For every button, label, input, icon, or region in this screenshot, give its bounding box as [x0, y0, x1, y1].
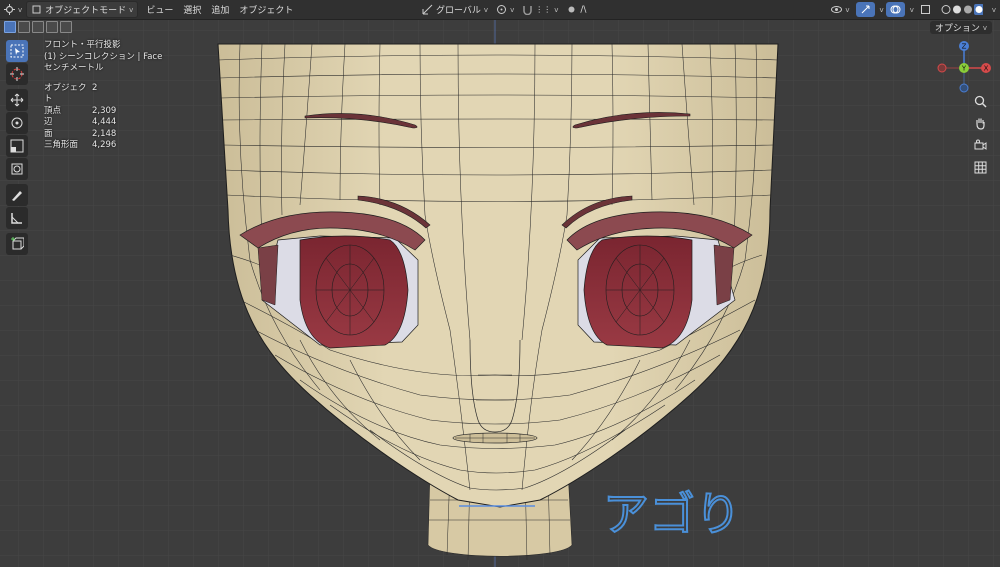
snap-button[interactable]: ⋮⋮ v: [518, 2, 562, 17]
gizmo-icon: [861, 5, 870, 14]
proportional-icon: [568, 6, 575, 13]
stat-row: 三角形面 4,296: [44, 140, 117, 150]
scene-statistics: オブジェクト 2 頂点 2,309 辺 4,444 面 2,148 三角形面 4,296: [44, 83, 162, 152]
options-label: オプション: [934, 24, 980, 34]
hand-icon: [975, 118, 985, 130]
shading-buttons[interactable]: [937, 2, 987, 17]
select-box-icon: [10, 44, 24, 58]
cursor-icon: [10, 67, 24, 81]
move-icon: [10, 93, 24, 107]
rotate-icon: [11, 117, 23, 129]
overlay-icon: [890, 5, 901, 14]
add-cube-icon: [11, 237, 24, 250]
menu-object[interactable]: オブジェクト: [234, 3, 298, 16]
select-invert-button[interactable]: [46, 21, 58, 33]
editor-type-icon: [4, 4, 15, 15]
select-subtract-button[interactable]: [32, 21, 44, 33]
proportional-edit-button[interactable]: /\: [562, 2, 590, 17]
overlay-toggle[interactable]: [885, 2, 905, 17]
stat-row: 面 2,148: [44, 128, 117, 139]
zoom-icon: [974, 95, 987, 108]
zoom-button[interactable]: [971, 92, 989, 110]
shading-icons: [941, 4, 983, 15]
orientation-label: グローバル: [436, 6, 481, 16]
move-tool[interactable]: [6, 89, 28, 111]
scale-icon: [10, 139, 24, 153]
svg-text:Y: Y: [961, 65, 967, 73]
snap-icon: [523, 6, 532, 15]
annotation-text: アゴり: [603, 487, 741, 541]
units-label: センチメートル: [44, 63, 104, 73]
tool-shelf: [6, 40, 30, 256]
menu-add[interactable]: 追加: [206, 3, 234, 16]
measure-tool[interactable]: [6, 207, 28, 229]
gizmo-neg-x[interactable]: [937, 63, 947, 73]
collection-line: (1) シーンコレクション | Face: [44, 51, 163, 62]
transform-icon: [422, 4, 433, 15]
navigation-gizmo[interactable]: Z X Y: [934, 38, 994, 98]
pan-button[interactable]: [971, 114, 989, 132]
xray-toggle[interactable]: [916, 2, 935, 17]
transform-tool[interactable]: [6, 158, 28, 180]
object-mode-icon: [32, 5, 41, 14]
viewport-header: v オブジェクトモード v ビュー 選択 追加 オブジェクト グローバル v v…: [0, 0, 1000, 20]
transform-tool-icon: [11, 163, 23, 175]
select-mode-buttons: [4, 21, 72, 33]
stat-row: 頂点 2,309: [44, 105, 117, 116]
camera-view-button[interactable]: [971, 136, 989, 154]
stat-row: オブジェクト 2: [44, 82, 98, 105]
annotate-tool[interactable]: [6, 184, 28, 206]
select-new-button[interactable]: [4, 21, 16, 33]
visibility-button[interactable]: v: [827, 2, 853, 17]
grid-icon: [974, 161, 986, 173]
mode-selector[interactable]: オブジェクトモード v: [26, 1, 139, 18]
measure-icon: [11, 213, 22, 224]
gizmo-toggle[interactable]: [855, 2, 875, 17]
navigation-buttons: [971, 92, 991, 180]
gizmo-neg-z[interactable]: [959, 83, 969, 93]
view-name: フロント・平行投影: [44, 40, 121, 50]
xray-icon: [920, 5, 930, 14]
scale-tool[interactable]: [6, 135, 28, 157]
select-box-tool[interactable]: [6, 40, 28, 62]
rotate-tool[interactable]: [6, 112, 28, 134]
options-dropdown[interactable]: オプション v: [929, 21, 992, 34]
pivot-icon: [497, 5, 507, 14]
select-intersect-button[interactable]: [60, 21, 72, 33]
add-cube-tool[interactable]: [6, 233, 28, 255]
svg-text:Z: Z: [962, 43, 967, 51]
menu-view[interactable]: ビュー: [141, 3, 178, 16]
ortho-toggle-button[interactable]: [971, 158, 989, 176]
viewport-info-overlay: フロント・平行投影 (1) シーンコレクション | Face センチメートル オ…: [44, 40, 162, 152]
pivot-button[interactable]: v: [492, 2, 518, 17]
camera-icon: [974, 139, 986, 150]
stat-row: 辺 4,444: [44, 117, 117, 127]
select-extend-button[interactable]: [18, 21, 30, 33]
transform-orientation-selector[interactable]: グローバル v: [418, 2, 492, 17]
menu-select[interactable]: 選択: [178, 3, 206, 16]
svg-text:X: X: [984, 65, 989, 73]
cursor-tool[interactable]: [6, 63, 28, 85]
annotate-icon: [12, 191, 22, 201]
editor-type-button[interactable]: v: [0, 2, 26, 17]
visibility-icon: [831, 6, 843, 13]
mode-label: オブジェクトモード: [45, 6, 127, 16]
